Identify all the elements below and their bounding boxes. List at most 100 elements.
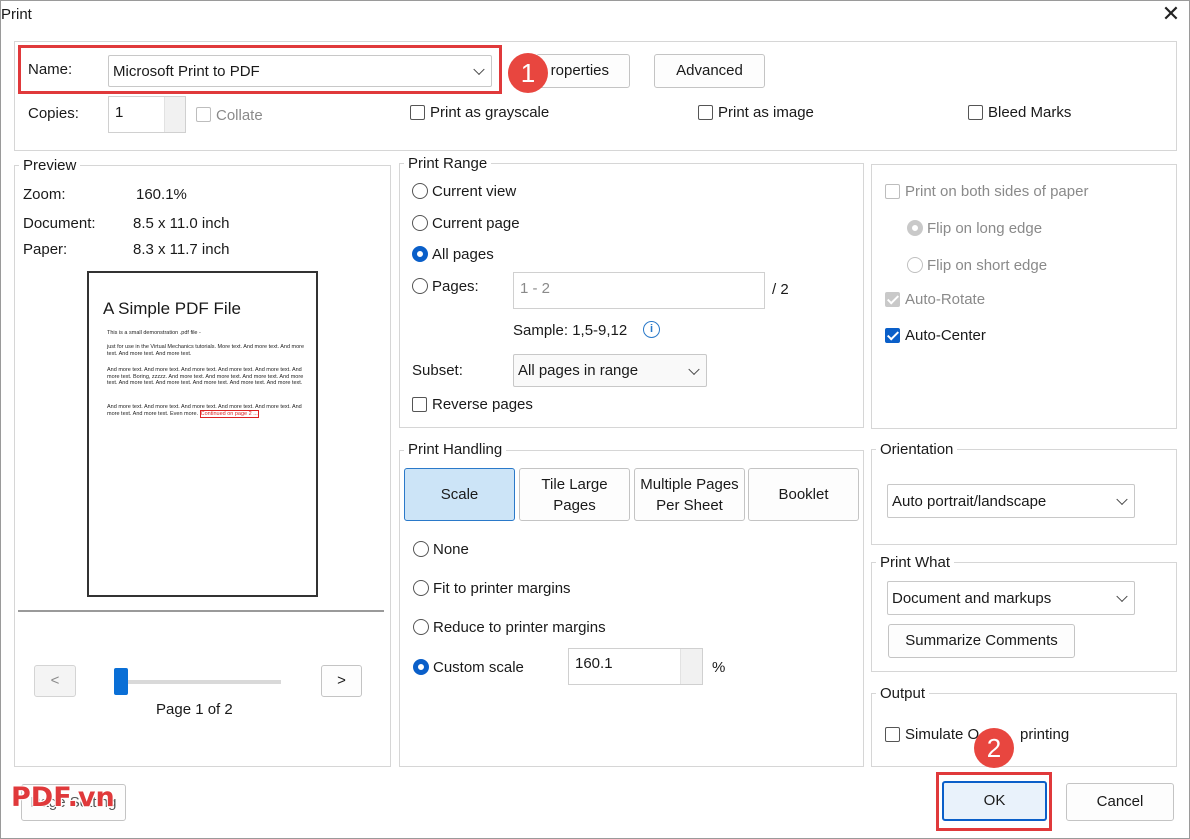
tab-tile-large-pages[interactable]: Tile Large Pages xyxy=(519,468,630,521)
advanced-button[interactable]: Advanced xyxy=(654,54,765,88)
copies-label: Copies: xyxy=(28,105,79,122)
print-what-group-label: Print What xyxy=(876,554,955,571)
pages-total: / 2 xyxy=(772,281,789,298)
simulate-overprinting-label-tail: printing xyxy=(1020,726,1070,743)
summarize-comments-button[interactable]: Summarize Comments xyxy=(888,624,1075,658)
flip-long-radio[interactable] xyxy=(907,220,923,236)
annotation-box-printer xyxy=(18,45,502,94)
custom-scale-radio[interactable] xyxy=(413,659,429,675)
next-page-button[interactable]: > xyxy=(321,665,362,697)
preview-page-line: This is a small demonstration .pdf file … xyxy=(107,330,201,336)
reduce-margins-radio[interactable] xyxy=(413,619,429,635)
tab-scale[interactable]: Scale xyxy=(404,468,515,521)
chevron-down-icon xyxy=(1116,493,1128,506)
current-page-label: Current page xyxy=(432,215,520,232)
prev-page-button[interactable]: < xyxy=(34,665,76,697)
copies-value: 1 xyxy=(115,104,124,121)
both-sides-checkbox[interactable] xyxy=(885,184,900,199)
collate-checkbox[interactable] xyxy=(196,107,211,122)
annotation-badge-2: 2 xyxy=(974,728,1014,768)
paper-size-value: 8.3 x 11.7 inch xyxy=(133,241,230,258)
custom-scale-spinner[interactable] xyxy=(680,649,702,684)
grayscale-label: Print as grayscale xyxy=(430,104,550,121)
print-as-image-checkbox[interactable] xyxy=(698,105,713,120)
print-as-image-label: Print as image xyxy=(718,104,814,121)
preview-page-line: just for use in the Virtual Mechanics tu… xyxy=(107,344,305,357)
current-view-radio[interactable] xyxy=(412,183,428,199)
output-group-label: Output xyxy=(876,685,930,702)
zoom-value: 160.1% xyxy=(136,186,187,203)
subset-label: Subset: xyxy=(412,362,463,379)
tab-booklet[interactable]: Booklet xyxy=(748,468,859,521)
pages-label: Pages: xyxy=(432,278,479,295)
page-indicator: Page 1 of 2 xyxy=(156,701,233,718)
annotation-box-ok xyxy=(936,772,1052,831)
tab-multiple-pages[interactable]: Multiple Pages Per Sheet xyxy=(634,468,745,521)
document-size-label: Document: xyxy=(23,215,96,232)
auto-center-checkbox[interactable] xyxy=(885,328,900,343)
auto-rotate-checkbox[interactable] xyxy=(885,292,900,307)
page-slider-track[interactable] xyxy=(114,680,281,684)
close-icon[interactable]: ✕ xyxy=(1159,3,1183,27)
flip-short-radio[interactable] xyxy=(907,257,923,273)
scale-none-label: None xyxy=(433,541,469,558)
print-what-select[interactable]: Document and markups xyxy=(887,581,1135,615)
preview-page-line: And more text. And more text. And more t… xyxy=(107,367,304,386)
simulate-overprinting-label: Simulate O xyxy=(905,726,980,743)
properties-label: roperties xyxy=(550,62,609,79)
tab-tile-label-2: Pages xyxy=(553,496,596,514)
paper-size-label: Paper: xyxy=(23,241,68,258)
current-view-label: Current view xyxy=(432,183,517,200)
pages-placeholder: 1 - 2 xyxy=(520,280,551,297)
both-sides-label: Print on both sides of paper xyxy=(905,183,1089,200)
preview-group-label: Preview xyxy=(19,157,81,174)
reduce-margins-label: Reduce to printer margins xyxy=(433,619,606,636)
pages-sample: Sample: 1,5-9,12 xyxy=(513,322,628,339)
orientation-select[interactable]: Auto portrait/landscape xyxy=(887,484,1135,518)
print-handling-group-label: Print Handling xyxy=(404,441,507,458)
fit-margins-radio[interactable] xyxy=(413,580,429,596)
zoom-label: Zoom: xyxy=(23,186,66,203)
preview-divider xyxy=(18,610,384,612)
scale-none-radio[interactable] xyxy=(413,541,429,557)
chevron-down-icon xyxy=(688,363,700,375)
simulate-overprinting-checkbox[interactable] xyxy=(885,727,900,742)
tab-multi-label-1: Multiple Pages xyxy=(640,475,739,493)
reverse-pages-checkbox[interactable] xyxy=(412,397,427,412)
custom-scale-label: Custom scale xyxy=(433,659,524,676)
current-page-radio[interactable] xyxy=(412,215,428,231)
tab-tile-label-1: Tile Large xyxy=(541,475,608,493)
bleed-marks-checkbox[interactable] xyxy=(968,105,983,120)
print-range-group-label: Print Range xyxy=(404,155,492,172)
all-pages-label: All pages xyxy=(432,246,494,263)
properties-button[interactable]: roperties xyxy=(536,54,630,88)
dialog-title: Print xyxy=(1,6,32,23)
all-pages-radio[interactable] xyxy=(412,246,428,262)
page-preview: A Simple PDF File This is a small demons… xyxy=(87,271,318,597)
orientation-group-label: Orientation xyxy=(876,441,958,458)
custom-scale-value: 160.1 xyxy=(575,655,613,672)
preview-page-title: A Simple PDF File xyxy=(103,299,241,318)
auto-rotate-label: Auto-Rotate xyxy=(905,291,986,308)
percent-sign: % xyxy=(712,659,726,676)
subset-select[interactable]: All pages in range xyxy=(513,354,707,387)
chevron-down-icon xyxy=(1116,590,1128,603)
reverse-pages-label: Reverse pages xyxy=(432,396,533,413)
watermark-logo: PDF.vn xyxy=(11,782,115,813)
print-what-value: Document and markups xyxy=(892,589,1052,607)
pages-input[interactable]: 1 - 2 xyxy=(513,272,765,309)
preview-continued-link: Continued on page 2 ... xyxy=(199,409,259,418)
info-icon[interactable]: i xyxy=(643,321,660,338)
annotation-badge-1: 1 xyxy=(508,53,548,93)
flip-short-label: Flip on short edge xyxy=(927,257,1048,274)
grayscale-checkbox[interactable] xyxy=(410,105,425,120)
subset-value: All pages in range xyxy=(518,362,639,379)
tab-multi-label-2: Per Sheet xyxy=(656,496,723,514)
bleed-marks-label: Bleed Marks xyxy=(988,104,1072,121)
copies-spinner[interactable] xyxy=(164,97,185,132)
cancel-button[interactable]: Cancel xyxy=(1066,783,1174,821)
print-dialog: Print ✕ Name: Microsoft Print to PDF rop… xyxy=(0,0,1190,839)
pages-radio[interactable] xyxy=(412,278,428,294)
page-slider-thumb[interactable] xyxy=(114,668,128,695)
fit-margins-label: Fit to printer margins xyxy=(433,580,571,597)
